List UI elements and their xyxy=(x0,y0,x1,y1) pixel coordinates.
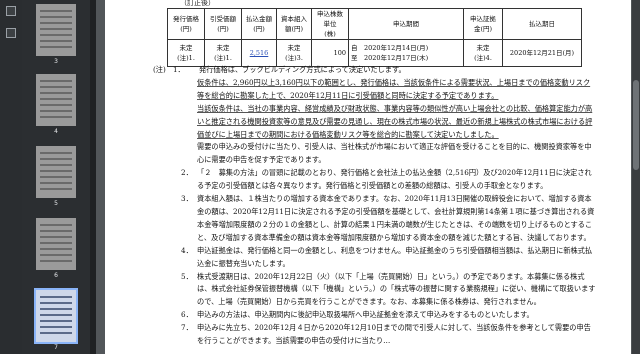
thumbnail-number: 4 xyxy=(54,128,58,135)
document-page: （訂正後） 発行価格 (円) 引受価額 (円) 払込金額 (円) 資本組入 額(円) 申… xyxy=(105,0,631,354)
thumbnail-number: 6 xyxy=(54,272,58,279)
pdf-viewer: 3 4 5 6 7 （訂正後） 発行価格 (円) 引受価額 (円) 払込金額 (… xyxy=(0,0,640,354)
header-underwriting-price: 引受価額 (円) xyxy=(204,8,242,40)
cell-issue-price: 未定 (注)1. xyxy=(167,39,205,67)
thumbnail-page-6[interactable]: 6 xyxy=(36,218,76,279)
offering-table: 発行価格 (円) 引受価額 (円) 払込金額 (円) 資本組入 額(円) 申込株数 単位(… xyxy=(167,8,582,67)
thumbnail-image xyxy=(36,4,76,56)
thumbnail-number: 3 xyxy=(54,58,58,65)
note-paragraph: 需要の申込みの受付けに当たり、引受人は、当社株式が市場において適正な評価を受ける… xyxy=(197,142,592,165)
thumbnail-number: 5 xyxy=(54,200,58,207)
thumbnails-icon[interactable] xyxy=(6,6,16,16)
thumbnail-image xyxy=(36,74,76,126)
cell-period: 自 2020年12月14日(月) 至 2020年12月17日(木) xyxy=(348,39,464,67)
cell-capital: 未定 (注)3. xyxy=(276,39,312,67)
note-paragraph: 当該仮条件は、当社の事業内容、経営成績及び財政状態、事業内容等の類似性が高い上場… xyxy=(197,103,593,139)
header-capital: 資本組入 額(円) xyxy=(276,8,312,40)
vertical-scrollbar[interactable] xyxy=(632,0,640,354)
revision-label: （訂正後） xyxy=(180,0,215,7)
cell-underwriting-price: 未定 (注)1. xyxy=(204,39,242,67)
cell-unit: 100 xyxy=(311,39,349,67)
table-header-row: 発行価格 (円) 引受価額 (円) 払込金額 (円) 資本組入 額(円) 申込株数 単位(… xyxy=(167,8,582,40)
cell-deposit: 未定 (注)4. xyxy=(463,39,503,67)
header-unit: 申込株数 単位 (株) xyxy=(311,8,349,40)
note-item: 3． 資本組入額は、１株当たりの増加する資本金であります。なお、2020年11月1… xyxy=(181,194,595,242)
thumbnail-image xyxy=(34,288,78,344)
thumbnail-number: 7 xyxy=(54,344,58,351)
thumbnail-page-4[interactable]: 4 xyxy=(36,74,76,135)
note-item: (注) 1． 発行価格は、ブックビルディング方式によって決定いたします。 xyxy=(153,65,406,74)
header-issue-price: 発行価格 (円) xyxy=(167,8,205,40)
note-item: 4． 申込証拠金は、発行価格と同一の金額とし、利息をつけません。申込証拠金のうち引… xyxy=(181,245,593,268)
header-payment-date: 払込期日 xyxy=(502,8,582,40)
note-item: 5． 株式受渡期日は、2020年12月22日（火）（以下「上場（売買開始）日」とい… xyxy=(181,271,596,307)
cell-payment-date: 2020年12月21日(月) xyxy=(502,39,582,67)
header-deposit: 申込証拠 金(円) xyxy=(463,8,503,40)
outline-icon[interactable] xyxy=(6,28,16,38)
note-item: 6． 申込みの方法は、申込期間内に後記申込取扱場所へ申込証拠金を添えて申込みをする… xyxy=(181,310,534,320)
table-row: 未定 (注)1. 未定 (注)1. 2,516 未定 (注)3. 100 自 2020… xyxy=(167,39,582,67)
notes-section: (注) 1． 発行価格は、ブックビルディング方式によって決定いたします。 仮条件は… xyxy=(153,64,597,348)
thumbnail-page-5[interactable]: 5 xyxy=(36,146,76,207)
thumbnail-panel: 3 4 5 6 7 xyxy=(22,0,90,354)
document-viewport: （訂正後） 発行価格 (円) 引受価額 (円) 払込金額 (円) 資本組入 額(円) 申… xyxy=(96,0,640,354)
thumbnail-image xyxy=(36,146,76,198)
thumbnail-image xyxy=(36,218,76,270)
cell-paid-amount: 2,516 xyxy=(241,39,277,67)
thumbnail-page-3[interactable]: 3 xyxy=(36,4,76,65)
thumbnail-page-7[interactable]: 7 xyxy=(34,288,78,351)
note-paragraph: 仮条件は、2,960円以上3,160円以下の範囲とし、発行価格は、当該仮条件によ… xyxy=(197,77,591,100)
left-toolbar xyxy=(0,0,22,354)
scrollbar-thumb[interactable] xyxy=(633,80,639,170)
note-item: 2． 「２ 募集の方法」の冒頭に記載のとおり、発行価格と会社法上の払込金額（2,5… xyxy=(181,168,592,191)
note-item: 7． 申込みに先立ち、2020年12月４日から2020年12月10日までの間で引受… xyxy=(181,323,591,346)
header-paid-amount: 払込金額 (円) xyxy=(241,8,277,40)
header-period: 申込期間 xyxy=(348,8,464,40)
